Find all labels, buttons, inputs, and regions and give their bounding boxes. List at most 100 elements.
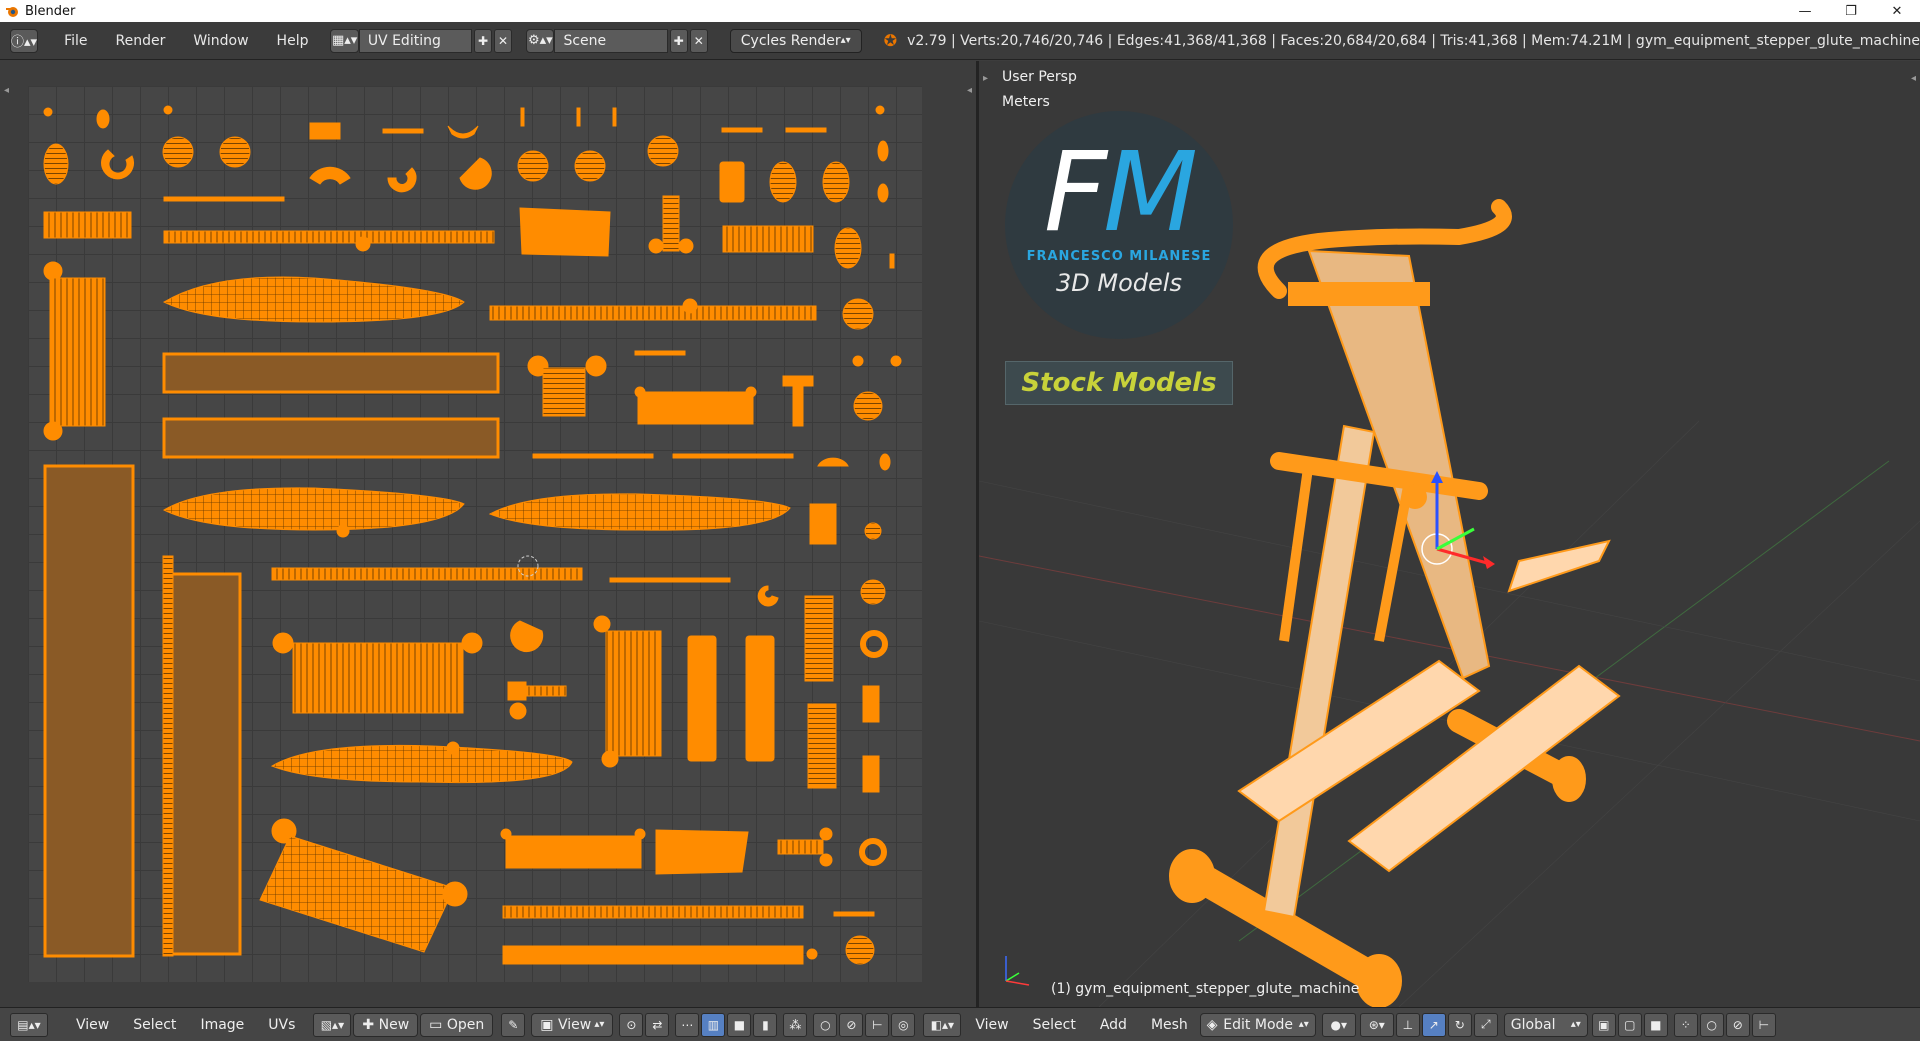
mode-select[interactable]: ◈ Edit Mode ▴▾ (1199, 1012, 1316, 1037)
open-image-button[interactable]: ▭ Open (420, 1012, 494, 1037)
render-engine-label: Cycles Render (740, 32, 841, 49)
pin-icon[interactable]: ✎ (501, 1012, 526, 1037)
layout-delete-button[interactable]: ✕ (494, 28, 513, 53)
vp-menu-add[interactable]: Add (1088, 1017, 1139, 1033)
window-title: Blender (25, 3, 76, 19)
updown-arrow-icon: ▴▾ (840, 35, 851, 46)
scene-stats: v2.79 | Verts:20,746/20,746 | Edges:41,3… (907, 32, 1920, 49)
menu-window[interactable]: Window (179, 33, 262, 49)
edge-select-icon[interactable]: ▥ (701, 1012, 726, 1037)
edit-mode-icon: ◈ (1206, 1016, 1218, 1033)
stock-models-banner: Stock Models (1005, 361, 1233, 405)
scale-manipulator-icon[interactable]: ⤢ (1473, 1012, 1498, 1037)
3d-viewport[interactable]: ▸ ◂ User Persp Meters FM FRANCESCO MILAN… (979, 61, 1920, 1007)
blender-logo-icon (6, 7, 18, 17)
render-engine-select[interactable]: Cycles Render ▴▾ (729, 28, 862, 53)
plus-icon: ✚ (477, 33, 489, 48)
3d-view-icon: ◧▴▾ (930, 1017, 955, 1032)
close-button[interactable]: ✕ (1874, 0, 1920, 22)
sticky-mode-icon[interactable]: ⁂ (783, 1012, 808, 1037)
plus-icon: ✚ (673, 33, 684, 48)
editor-type-info-button[interactable]: ⓘ▴▾ (10, 28, 39, 53)
orientation-label: Global (1510, 1016, 1556, 1033)
x-icon: ✕ (498, 33, 509, 48)
translate-manipulator-icon[interactable]: ↗ (1421, 1012, 1446, 1037)
image-editor-icon: ▤▴▾ (17, 1017, 41, 1032)
vp-menu-view[interactable]: View (963, 1017, 1020, 1033)
layout-add-button[interactable]: ✚ (473, 28, 493, 53)
solid-icon[interactable]: ■ (1643, 1012, 1668, 1037)
object-label: (1) gym_equipment_stepper_glute_machine (1051, 981, 1360, 997)
wire-icon[interactable]: ▢ (1617, 1012, 1642, 1037)
scene-browse-button[interactable]: ⚙▴▾ (526, 28, 555, 53)
pivot-icon[interactable]: ⊙ (619, 1012, 644, 1037)
mode-label: Edit Mode (1223, 1016, 1294, 1033)
maximize-button[interactable]: ❐ (1828, 0, 1874, 22)
scene-name-field[interactable]: Scene (554, 28, 668, 53)
snap-element-icon[interactable]: ⊢ (1751, 1012, 1776, 1037)
uv-menu-view[interactable]: View (64, 1017, 121, 1033)
updown-arrow-icon: ▴▾ (591, 1019, 605, 1030)
fm-logo-badge: FM FRANCESCO MILANESE 3D Models (1005, 111, 1233, 339)
image-browse-button[interactable]: ▧▴▾ (313, 1012, 352, 1037)
updown-arrow-icon: ▴▾ (1298, 1019, 1309, 1030)
shading-select[interactable]: ●▾ (1321, 1012, 1356, 1037)
layer-icon[interactable]: ▣ (1591, 1012, 1616, 1037)
rotate-manipulator-icon[interactable]: ↻ (1447, 1012, 1472, 1037)
sphere-icon: ●▾ (1330, 1017, 1348, 1032)
uv-canvas[interactable] (28, 86, 922, 982)
view-mode-label: View (557, 1016, 592, 1033)
folder-icon: ▭ (429, 1016, 447, 1033)
menu-render[interactable]: Render (102, 33, 180, 49)
scene-add-button[interactable]: ✚ (669, 28, 688, 53)
island-select-icon[interactable]: ▮ (753, 1012, 778, 1037)
uv-view-mode-select[interactable]: ▣ View ▴▾ (531, 1012, 614, 1037)
window-titlebar: Blender — ❐ ✕ (0, 0, 1920, 22)
layout-browse-button[interactable]: ▦▴▾ (330, 28, 359, 53)
face-select-icon[interactable]: ■ (727, 1012, 752, 1037)
info-header: ⓘ▴▾ File Render Window Help ▦▴▾ UV Editi… (0, 22, 1920, 60)
uv-more-icon[interactable]: ◎ (891, 1012, 916, 1037)
proportional-edit-icon[interactable]: ○ (813, 1012, 838, 1037)
minimize-button[interactable]: — (1782, 0, 1828, 22)
panel-toggle-left-icon[interactable]: ◂ (4, 85, 9, 96)
snap-icon[interactable]: ⊘ (839, 1012, 864, 1037)
layout-grid-icon: ▦▴▾ (331, 33, 358, 48)
uv-editor-type-button[interactable]: ▤▴▾ (10, 1012, 48, 1037)
fm-letter-f: F (1043, 128, 1107, 256)
x-icon: ✕ (693, 33, 704, 48)
snap-icon[interactable]: ⊘ (1725, 1012, 1750, 1037)
vp-menu-select[interactable]: Select (1021, 1017, 1088, 1033)
view-icon: ▣ (540, 1016, 558, 1033)
vertex-select-icon[interactable]: ⋯ (675, 1012, 700, 1037)
layout-name-field[interactable]: UV Editing (358, 28, 472, 53)
menu-file[interactable]: File (50, 33, 101, 49)
uv-image-editor[interactable]: ◂ ◂ (0, 61, 976, 1007)
uv-islands (43, 105, 902, 965)
uv-menu-select[interactable]: Select (121, 1017, 188, 1033)
3d-editor-type-button[interactable]: ◧▴▾ (923, 1012, 962, 1037)
uv-menu-uvs[interactable]: UVs (256, 1017, 307, 1033)
orientation-select[interactable]: Global ▴▾ (1503, 1012, 1588, 1037)
updown-arrow-icon: ▴▾ (1570, 1019, 1581, 1030)
pivot-point-select[interactable]: ⊛▾ (1359, 1012, 1394, 1037)
manipulator-toggle-icon[interactable]: ⊥ (1395, 1012, 1420, 1037)
occlude-icon[interactable]: ⁘ (1673, 1012, 1698, 1037)
open-label: Open (446, 1016, 485, 1033)
proportional-icon[interactable]: ○ (1699, 1012, 1724, 1037)
pivot-icon: ⊛▾ (1368, 1017, 1385, 1032)
fm-letters: FM (1005, 137, 1233, 247)
fm-author: FRANCESCO MILANESE (1026, 249, 1212, 264)
new-image-button[interactable]: ✚ New (353, 1012, 419, 1037)
footer-bar: ▤▴▾ View Select Image UVs ▧▴▾ ✚ New ▭ Op… (0, 1007, 1920, 1041)
blender-render-icon: ✪ (883, 31, 898, 50)
panel-toggle-right-icon[interactable]: ◂ (967, 85, 972, 96)
image-icon: ▧▴▾ (320, 1017, 345, 1032)
sync-selection-icon[interactable]: ⇄ (645, 1012, 670, 1037)
snap-target-icon[interactable]: ⊢ (865, 1012, 890, 1037)
new-label: New (378, 1016, 410, 1033)
scene-delete-button[interactable]: ✕ (689, 28, 708, 53)
uv-menu-image[interactable]: Image (188, 1017, 256, 1033)
vp-menu-mesh[interactable]: Mesh (1139, 1017, 1200, 1033)
menu-help[interactable]: Help (263, 33, 323, 49)
